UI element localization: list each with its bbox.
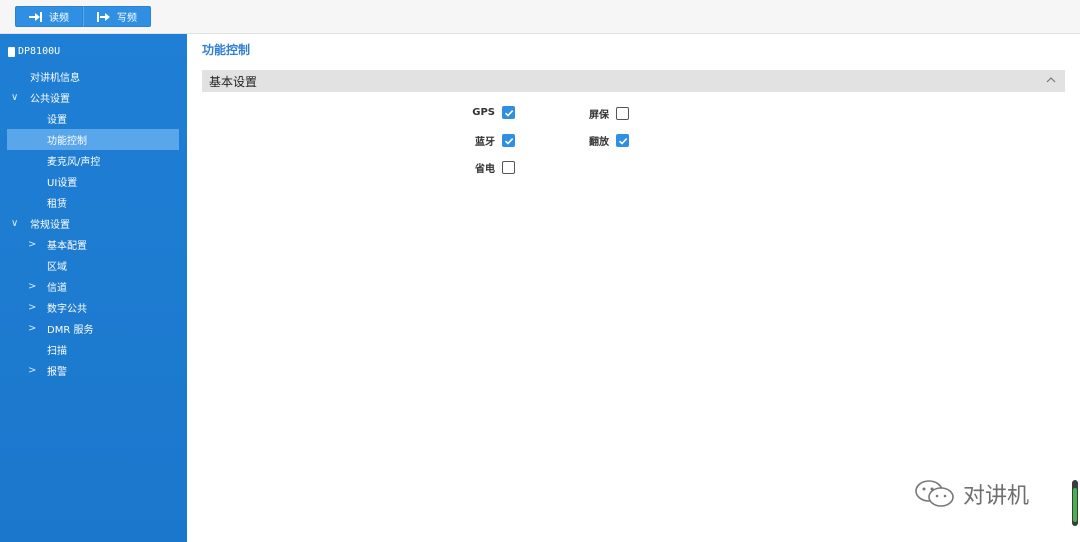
- radio-device-icon: [8, 46, 15, 57]
- sidebar-item-label: DMR 服务: [47, 325, 94, 336]
- chevron-right-icon: >: [28, 239, 37, 250]
- sidebar-item-function-control[interactable]: 功能控制: [7, 129, 179, 150]
- wechat-watermark: 对讲机: [913, 478, 1029, 510]
- sidebar-item-label: 租赁: [47, 199, 67, 210]
- write-button[interactable]: 写频: [83, 6, 151, 27]
- sidebar-item-ui-settings[interactable]: UI设置: [7, 171, 179, 192]
- sidebar-item-label: 对讲机信息: [30, 73, 80, 84]
- export-icon: [97, 11, 110, 22]
- option-power-save: 省电: [465, 160, 515, 175]
- checkmark-icon: [504, 137, 513, 145]
- sidebar-item-label: 扫描: [47, 346, 67, 357]
- sidebar-item-label: UI设置: [47, 178, 78, 189]
- device-node[interactable]: DP8100U: [8, 46, 60, 57]
- sidebar-item-radio-info[interactable]: 对讲机信息: [7, 66, 179, 87]
- checkmark-icon: [618, 137, 627, 145]
- chevron-down-icon: ∨: [11, 92, 19, 103]
- sidebar-item-label: 区域: [47, 262, 67, 273]
- option-flip: 翻放: [579, 133, 629, 148]
- import-icon: [29, 11, 42, 22]
- sidebar-item-label: 数字公共: [47, 304, 87, 315]
- sidebar-item-label: 设置: [47, 115, 67, 126]
- sidebar-item-channel[interactable]: > 信道: [7, 276, 179, 297]
- top-toolbar: 读频 写频: [0, 0, 1080, 34]
- main-panel: 功能控制 基本设置 GPS 屏保 蓝牙 翻放 省电: [187, 34, 1080, 542]
- sidebar-item-label: 麦克风/声控: [47, 157, 101, 168]
- chevron-right-icon: >: [28, 281, 37, 292]
- sidebar-item-rental[interactable]: 租赁: [7, 192, 179, 213]
- sidebar-item-scan[interactable]: 扫描: [7, 339, 179, 360]
- read-button[interactable]: 读频: [15, 6, 83, 27]
- read-write-button-group: 读频 写频: [15, 6, 151, 27]
- option-label: 省电: [475, 164, 495, 175]
- gps-checkbox[interactable]: [502, 106, 515, 119]
- sidebar-item-settings[interactable]: 设置: [7, 108, 179, 129]
- chevron-right-icon: >: [28, 323, 37, 334]
- option-label: 蓝牙: [475, 137, 495, 148]
- chevron-right-icon: >: [28, 365, 37, 376]
- bluetooth-checkbox[interactable]: [502, 134, 515, 147]
- chevron-right-icon: >: [28, 302, 37, 313]
- sidebar-item-label: 信道: [47, 283, 67, 294]
- option-gps: GPS: [465, 106, 515, 119]
- sidebar-item-zone[interactable]: 区域: [7, 255, 179, 276]
- scroll-indicator[interactable]: [1072, 480, 1078, 526]
- sidebar-item-dmr-service[interactable]: > DMR 服务: [7, 318, 179, 339]
- device-name: DP8100U: [18, 46, 61, 57]
- sidebar-nav: DP8100U 对讲机信息 ∨ 公共设置 设置 功能控制 麦克风/声控 UI设置…: [0, 34, 187, 542]
- checkmark-icon: [504, 109, 513, 117]
- sidebar-item-label: 报警: [47, 367, 67, 378]
- option-label: GPS: [472, 107, 495, 118]
- chevron-down-icon: ∨: [11, 218, 19, 229]
- sidebar-item-label: 功能控制: [47, 136, 87, 147]
- sidebar-item-general-settings[interactable]: ∨ 常规设置: [7, 213, 179, 234]
- chevron-up-icon[interactable]: [1045, 74, 1057, 86]
- section-header[interactable]: 基本设置: [202, 70, 1065, 92]
- read-button-label: 读频: [49, 13, 69, 24]
- sidebar-item-digital-common[interactable]: > 数字公共: [7, 297, 179, 318]
- flip-checkbox[interactable]: [616, 134, 629, 147]
- page-title: 功能控制: [202, 43, 251, 57]
- option-label: 屏保: [589, 110, 609, 121]
- write-button-label: 写频: [117, 13, 137, 24]
- power-save-checkbox[interactable]: [502, 161, 515, 174]
- sidebar-item-label: 公共设置: [30, 94, 70, 105]
- section-title: 基本设置: [209, 74, 258, 89]
- option-label: 翻放: [589, 137, 609, 148]
- option-screensaver: 屏保: [579, 106, 629, 121]
- sidebar-item-alarm[interactable]: > 报警: [7, 360, 179, 381]
- screensaver-checkbox[interactable]: [616, 107, 629, 120]
- sidebar-item-label: 基本配置: [47, 241, 87, 252]
- sidebar-item-mic-vox[interactable]: 麦克风/声控: [7, 150, 179, 171]
- wechat-icon: [915, 480, 954, 507]
- sidebar-item-common-settings[interactable]: ∨ 公共设置: [7, 87, 179, 108]
- option-bluetooth: 蓝牙: [465, 133, 515, 148]
- watermark-text: 对讲机: [963, 484, 1030, 509]
- sidebar-item-basic-config[interactable]: > 基本配置: [7, 234, 179, 255]
- sidebar-item-label: 常规设置: [30, 220, 70, 231]
